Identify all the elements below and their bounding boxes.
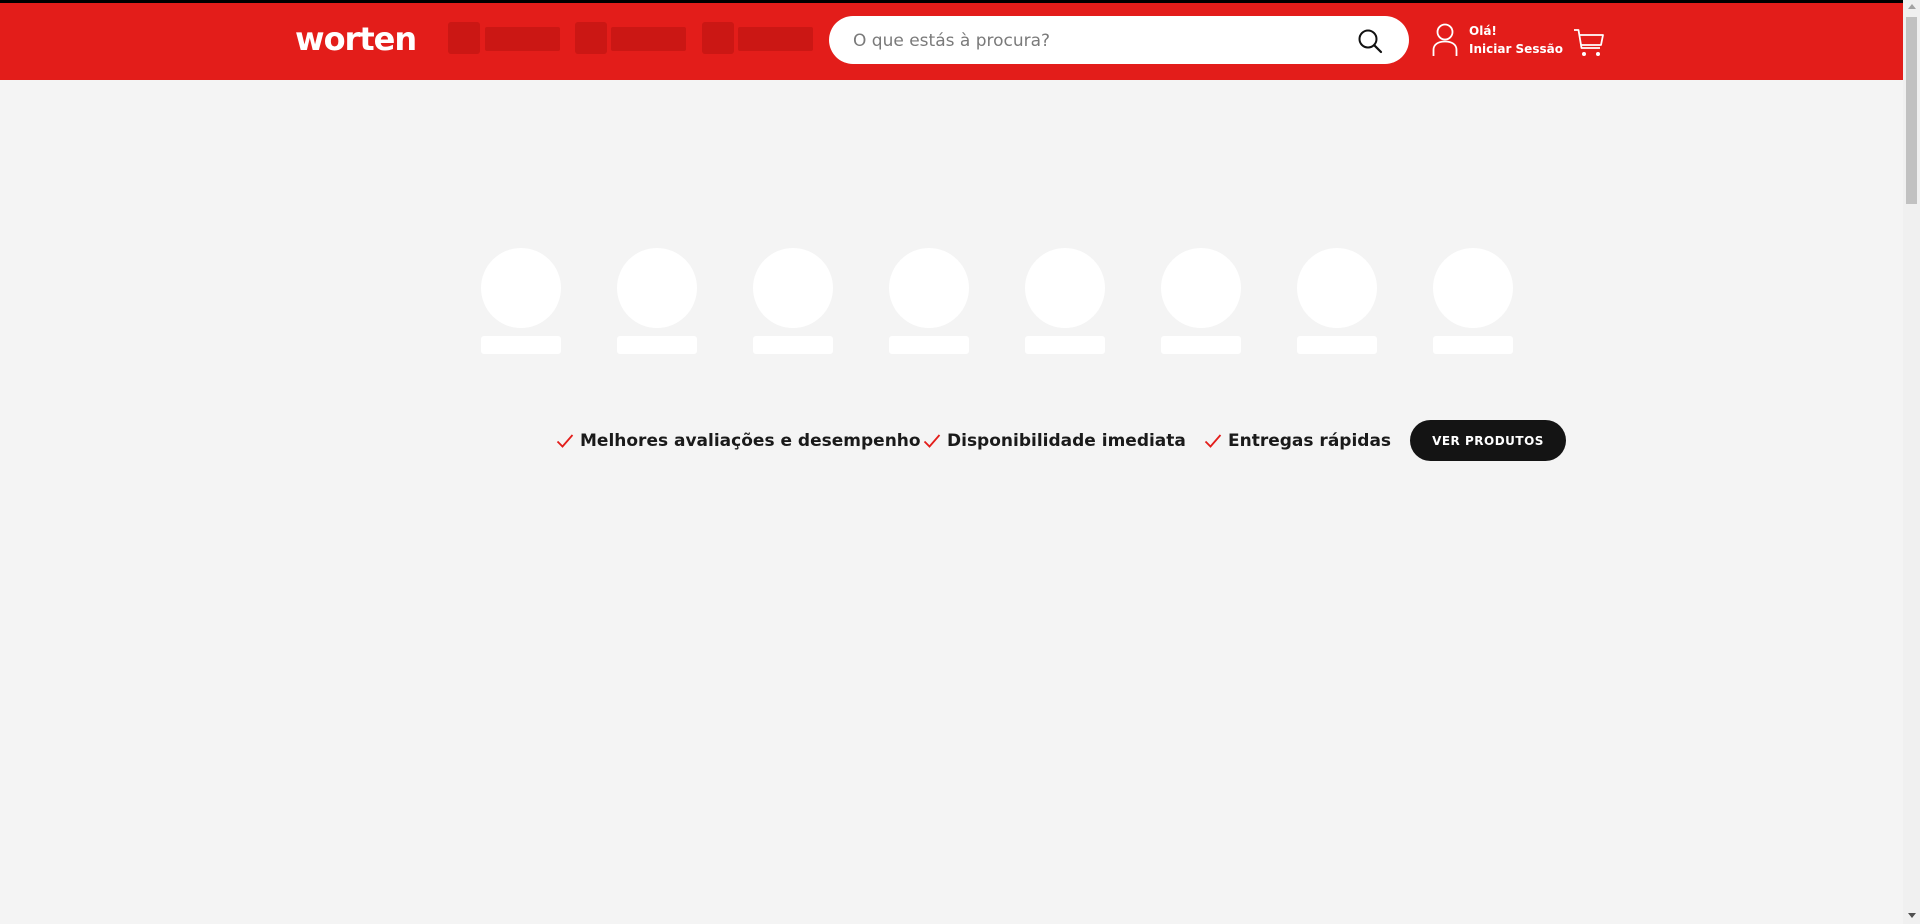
category-image-placeholder bbox=[753, 248, 833, 328]
nav-placeholder-label bbox=[485, 27, 560, 51]
nav-placeholder-2 bbox=[575, 22, 687, 54]
category-image-placeholder bbox=[1025, 248, 1105, 328]
scroll-up-arrow-icon[interactable] bbox=[1908, 4, 1916, 9]
category-image-placeholder bbox=[1433, 248, 1513, 328]
category-label-placeholder bbox=[889, 336, 969, 354]
category-skeleton bbox=[888, 248, 970, 358]
nav-placeholder-icon bbox=[448, 22, 480, 54]
category-image-placeholder bbox=[889, 248, 969, 328]
nav-placeholder-icon bbox=[575, 22, 607, 54]
category-label-placeholder bbox=[753, 336, 833, 354]
account-greeting: Olá! bbox=[1469, 24, 1497, 38]
category-image-placeholder bbox=[1161, 248, 1241, 328]
site-header: worten Olá! Iniciar Sessão bbox=[0, 3, 1903, 80]
category-skeleton bbox=[1432, 248, 1514, 358]
check-icon bbox=[1204, 434, 1222, 448]
vertical-scrollbar[interactable] bbox=[1903, 0, 1920, 924]
benefit-label: Entregas rápidas bbox=[1228, 431, 1392, 451]
category-image-placeholder bbox=[617, 248, 697, 328]
category-label-placeholder bbox=[1161, 336, 1241, 354]
nav-placeholder-1 bbox=[448, 22, 560, 54]
worten-logo[interactable]: worten bbox=[295, 23, 417, 55]
category-image-placeholder bbox=[1297, 248, 1377, 328]
category-label-placeholder bbox=[1297, 336, 1377, 354]
category-skeleton bbox=[1024, 248, 1106, 358]
search-input[interactable] bbox=[851, 16, 1355, 66]
category-skeleton-row bbox=[480, 248, 1514, 358]
search-bar bbox=[829, 16, 1409, 66]
cart-icon[interactable] bbox=[1573, 27, 1605, 59]
nav-placeholder-icon bbox=[702, 22, 734, 54]
category-skeleton bbox=[1296, 248, 1378, 358]
category-label-placeholder bbox=[1025, 336, 1105, 354]
nav-placeholder-3 bbox=[702, 22, 814, 54]
nav-placeholder-label bbox=[611, 27, 686, 51]
category-skeleton bbox=[616, 248, 698, 358]
category-label-placeholder bbox=[481, 336, 561, 354]
check-icon bbox=[556, 434, 574, 448]
nav-placeholder-label bbox=[738, 27, 813, 51]
benefit-label: Melhores avaliações e desempenho bbox=[580, 431, 921, 451]
view-products-button[interactable]: VER PRODUTOS bbox=[1410, 420, 1566, 461]
scrollbar-thumb[interactable] bbox=[1906, 17, 1917, 204]
user-icon bbox=[1432, 23, 1458, 56]
category-label-placeholder bbox=[617, 336, 697, 354]
category-image-placeholder bbox=[481, 248, 561, 328]
login-label[interactable]: Iniciar Sessão bbox=[1469, 42, 1563, 56]
category-skeleton bbox=[752, 248, 834, 358]
check-icon bbox=[923, 434, 941, 448]
category-skeleton bbox=[1160, 248, 1242, 358]
category-skeleton bbox=[480, 248, 562, 358]
category-label-placeholder bbox=[1433, 336, 1513, 354]
search-icon[interactable] bbox=[1357, 28, 1383, 54]
scroll-down-arrow-icon[interactable] bbox=[1908, 913, 1916, 918]
benefit-label: Disponibilidade imediata bbox=[947, 431, 1186, 451]
